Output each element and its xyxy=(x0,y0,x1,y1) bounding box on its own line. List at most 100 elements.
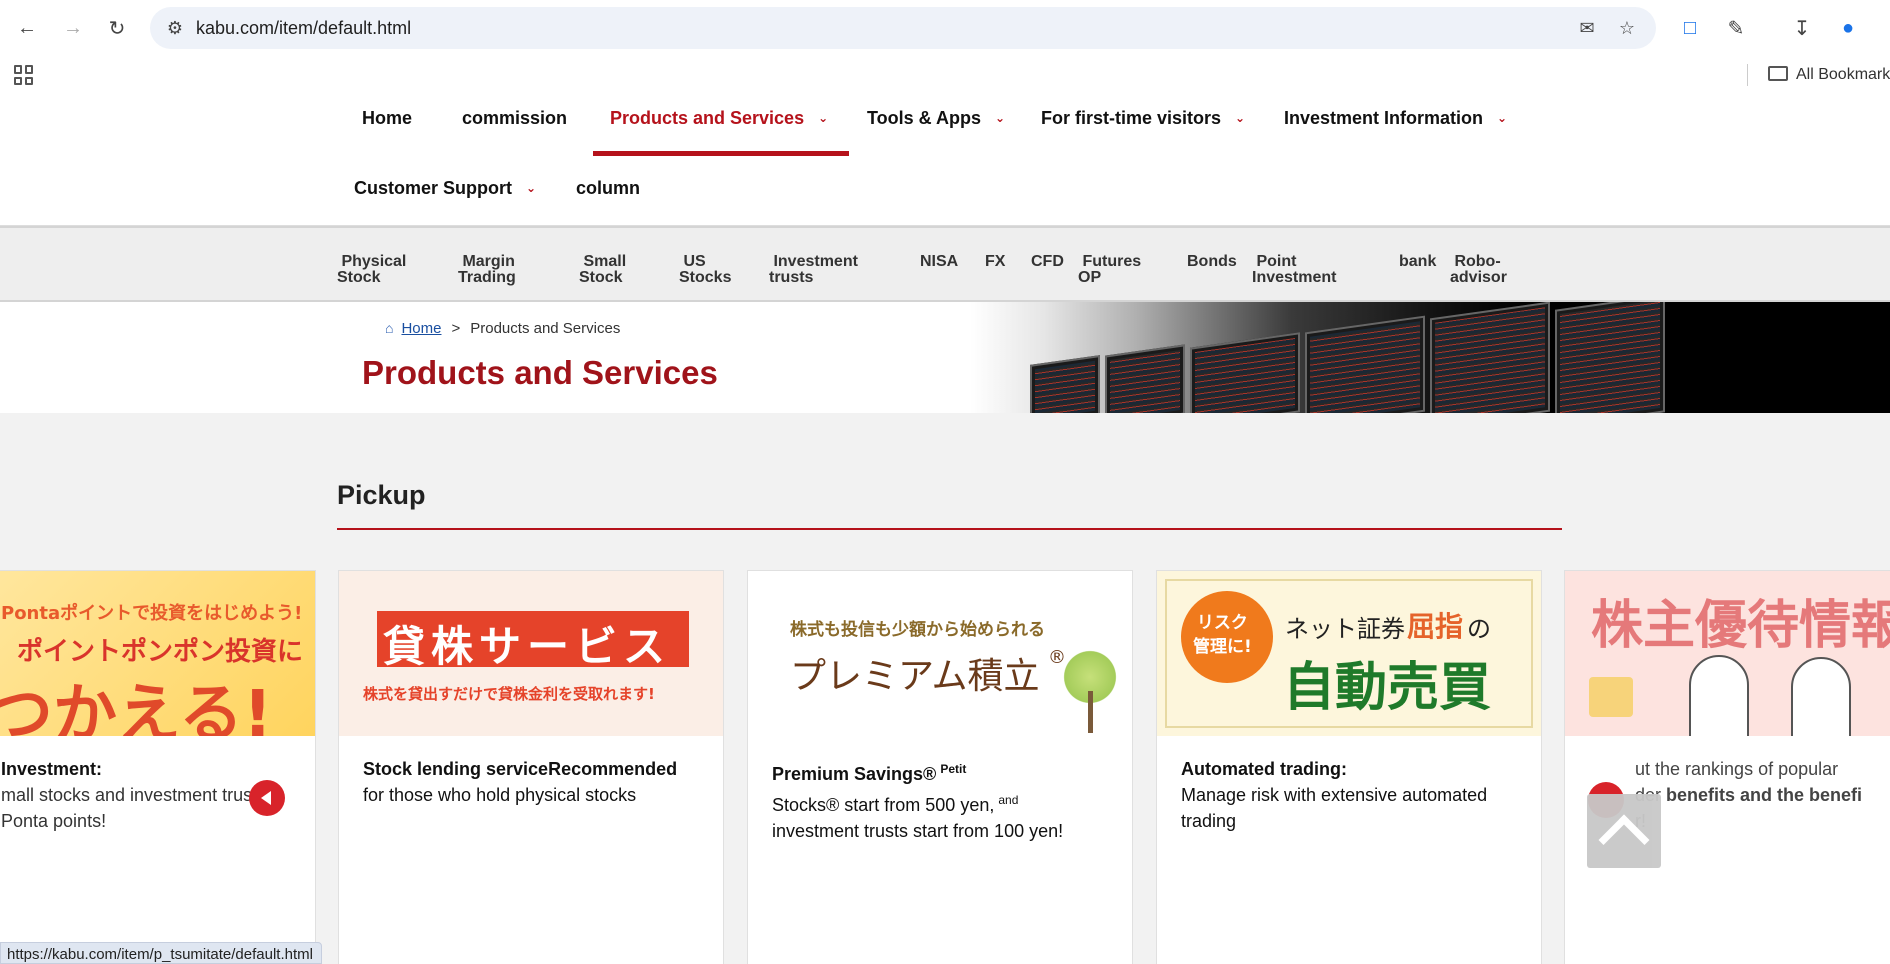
gift-illustration xyxy=(1589,677,1633,717)
download-icon[interactable]: ↧ xyxy=(1786,12,1818,44)
nav-first-time-label: For first-time visitors xyxy=(1041,108,1222,128)
banner-text-line1: 貸株サービス xyxy=(383,622,672,671)
subnav-point-investment[interactable]: Point Investment xyxy=(1252,254,1336,286)
nav-customer-support-label: Customer Support xyxy=(354,178,513,198)
nav-customer-support[interactable]: Customer Support ⌄ xyxy=(354,178,536,199)
banner-suffix: の xyxy=(1467,615,1491,643)
subnav-physical-stock[interactable]: Physical Stock xyxy=(337,254,406,286)
page-title: Products and Services xyxy=(362,354,718,391)
subnav-investment-trusts[interactable]: Investment trusts xyxy=(769,254,858,286)
nav-products-and-services[interactable]: Products and Services ⌄ xyxy=(610,108,828,129)
subnav-nisa[interactable]: NISA xyxy=(920,254,958,270)
active-tab-indicator xyxy=(593,151,849,156)
subnav-margin-trading[interactable]: Margin Trading xyxy=(458,254,516,286)
banner-badge-text: リスク 管理に! xyxy=(1193,613,1252,657)
card-body: Automated trading: Manage risk with exte… xyxy=(1181,756,1523,834)
pickup-section-rule xyxy=(337,528,1562,530)
chevron-down-icon: ⌄ xyxy=(818,111,829,125)
pickup-card-premium-savings[interactable]: 株式も投信も少額から始められる プレミアム積立 ® Premium Saving… xyxy=(747,570,1133,964)
nav-commission-label: commission xyxy=(462,108,568,128)
all-bookmarks-button[interactable]: All Bookmarks xyxy=(1768,66,1890,84)
pickup-card-shareholder-benefits[interactable]: 株主優待情報 ut the rankings of popular der be… xyxy=(1564,570,1890,964)
sub-nav: Physical Stock Margin Trading Small Stoc… xyxy=(0,226,1890,302)
link-status-bar: https://kabu.com/item/p_tsumitate/defaul… xyxy=(0,942,322,964)
card-body: Premium Savings® Petit Stocks® start from… xyxy=(772,756,1114,844)
person-illustration-1 xyxy=(1689,655,1749,736)
nav-home[interactable]: Home xyxy=(362,108,412,129)
page-hero: ⌂ Home > Products and Services Products and… xyxy=(0,302,1890,413)
nav-tools-apps[interactable]: Tools & Apps ⌄ xyxy=(867,108,1005,129)
bookmarks-separator xyxy=(1747,64,1748,86)
chevron-down-icon: ⌄ xyxy=(1235,111,1246,125)
nav-column[interactable]: column xyxy=(576,178,640,199)
pickup-card-point-investment[interactable]: Pontaポイントで投資をはじめよう! ポイントポンポン投資に つかえる! In… xyxy=(0,570,316,964)
address-url[interactable]: kabu.com/item/default.html xyxy=(196,18,411,39)
site-settings-icon[interactable]: ⚙ xyxy=(164,17,186,39)
card-body: Stock lending serviceRecommended for tho… xyxy=(363,756,705,808)
apps-grid-icon[interactable] xyxy=(14,65,34,85)
address-bar[interactable]: ⚙ kabu.com/item/default.html ✉ ☆ xyxy=(150,7,1656,49)
breadcrumb-current: Products and Services xyxy=(470,320,621,337)
main-nav: Home commission Products and Services ⌄ T… xyxy=(0,94,1890,226)
reload-icon[interactable]: ↻ xyxy=(101,12,133,44)
card-text-2: trading xyxy=(1181,811,1237,831)
screen-capture-icon[interactable]: □ xyxy=(1674,12,1706,44)
card-title: Investment: xyxy=(1,759,103,779)
card-banner-shareholder-benefits: 株主優待情報 xyxy=(1565,571,1890,736)
card-banner-automated-trading: リスク 管理に! ネット証券 屈指 の 自動売買 xyxy=(1157,571,1541,736)
nav-first-time-visitors[interactable]: For first-time visitors ⌄ xyxy=(1041,108,1245,129)
card-text-b-bold: benefits and the benefi xyxy=(1666,785,1863,805)
subnav-bonds[interactable]: Bonds xyxy=(1187,254,1237,270)
back-icon[interactable]: ← xyxy=(11,12,43,44)
breadcrumb-home-link[interactable]: Home xyxy=(401,320,441,337)
card-banner-premium-savings: 株式も投信も少額から始められる プレミアム積立 ® xyxy=(748,571,1132,736)
subnav-futures-op[interactable]: Futures OP xyxy=(1078,254,1141,286)
tree-trunk xyxy=(1088,691,1093,733)
card-title: Premium Savings® xyxy=(772,764,937,784)
pickup-card-stock-lending[interactable]: 貸株サービス 株式を貸出すだけで貸株金利を受取れます! Stock lendin… xyxy=(338,570,724,964)
chevron-down-icon: ⌄ xyxy=(995,111,1006,125)
nav-investment-information[interactable]: Investment Information ⌄ xyxy=(1284,108,1507,129)
hero-trading-screens-image xyxy=(970,302,1890,413)
back-to-top-button[interactable] xyxy=(1587,794,1661,868)
profile-avatar-icon[interactable]: ● xyxy=(1832,12,1864,44)
card-text: for those who hold physical stocks xyxy=(363,785,637,805)
all-bookmarks-label: All Bookmarks xyxy=(1796,66,1890,83)
carousel-prev-button[interactable] xyxy=(249,780,285,816)
subnav-fx[interactable]: FX xyxy=(985,254,1005,270)
subnav-robo-advisor[interactable]: Robo- advisor xyxy=(1450,254,1507,286)
card-banner-stock-lending: 貸株サービス 株式を貸出すだけで貸株金利を受取れます! xyxy=(339,571,723,736)
folder-icon xyxy=(1768,66,1788,81)
subnav-bank[interactable]: bank xyxy=(1399,254,1436,270)
forward-icon[interactable]: → xyxy=(57,12,89,44)
banner-text-line1: 株式も投信も少額から始められる xyxy=(790,620,1045,640)
card-text: Manage risk with extensive automated xyxy=(1181,785,1488,805)
chevron-up-icon xyxy=(1598,814,1650,866)
card-text-sup: and xyxy=(998,793,1019,807)
nav-commission[interactable]: commission xyxy=(462,108,567,129)
card-banner-point-investment: Pontaポイントで投資をはじめよう! ポイントポンポン投資に つかえる! xyxy=(0,571,315,736)
person-illustration-2 xyxy=(1791,657,1851,736)
card-text: ut the rankings of popular xyxy=(1635,759,1839,779)
nav-products-label: Products and Services xyxy=(610,108,805,128)
banner-text-line1: 株主優待情報 xyxy=(1591,596,1890,656)
subnav-us-stocks[interactable]: US Stocks xyxy=(679,254,731,286)
translate-icon[interactable]: ✉ xyxy=(1576,17,1598,39)
card-title-sup: Petit xyxy=(940,762,967,776)
banner-text-line1: Pontaポイントで投資をはじめよう! xyxy=(1,603,303,624)
bookmarks-bar: All Bookmarks xyxy=(0,56,1890,94)
nav-home-label: Home xyxy=(362,108,413,128)
nav-tools-label: Tools & Apps xyxy=(867,108,981,128)
extensions-icon[interactable]: ✎ xyxy=(1720,12,1752,44)
chevron-down-icon: ⌄ xyxy=(526,181,537,195)
card-text: Stocks® start from 500 yen, xyxy=(772,795,995,815)
card-text-2: Ponta points! xyxy=(1,811,107,831)
subnav-cfd[interactable]: CFD xyxy=(1031,254,1064,270)
pickup-card-automated-trading[interactable]: リスク 管理に! ネット証券 屈指 の 自動売買 Automated tradi… xyxy=(1156,570,1542,964)
pickup-section-title: Pickup xyxy=(337,480,426,510)
banner-text-line2: 株式を貸出すだけで貸株金利を受取れます! xyxy=(363,685,655,703)
banner-text-line3: つかえる! xyxy=(0,678,273,736)
bookmark-star-icon[interactable]: ☆ xyxy=(1616,17,1638,39)
subnav-small-stock[interactable]: Small Stock xyxy=(579,254,626,286)
nav-column-label: column xyxy=(576,178,641,198)
